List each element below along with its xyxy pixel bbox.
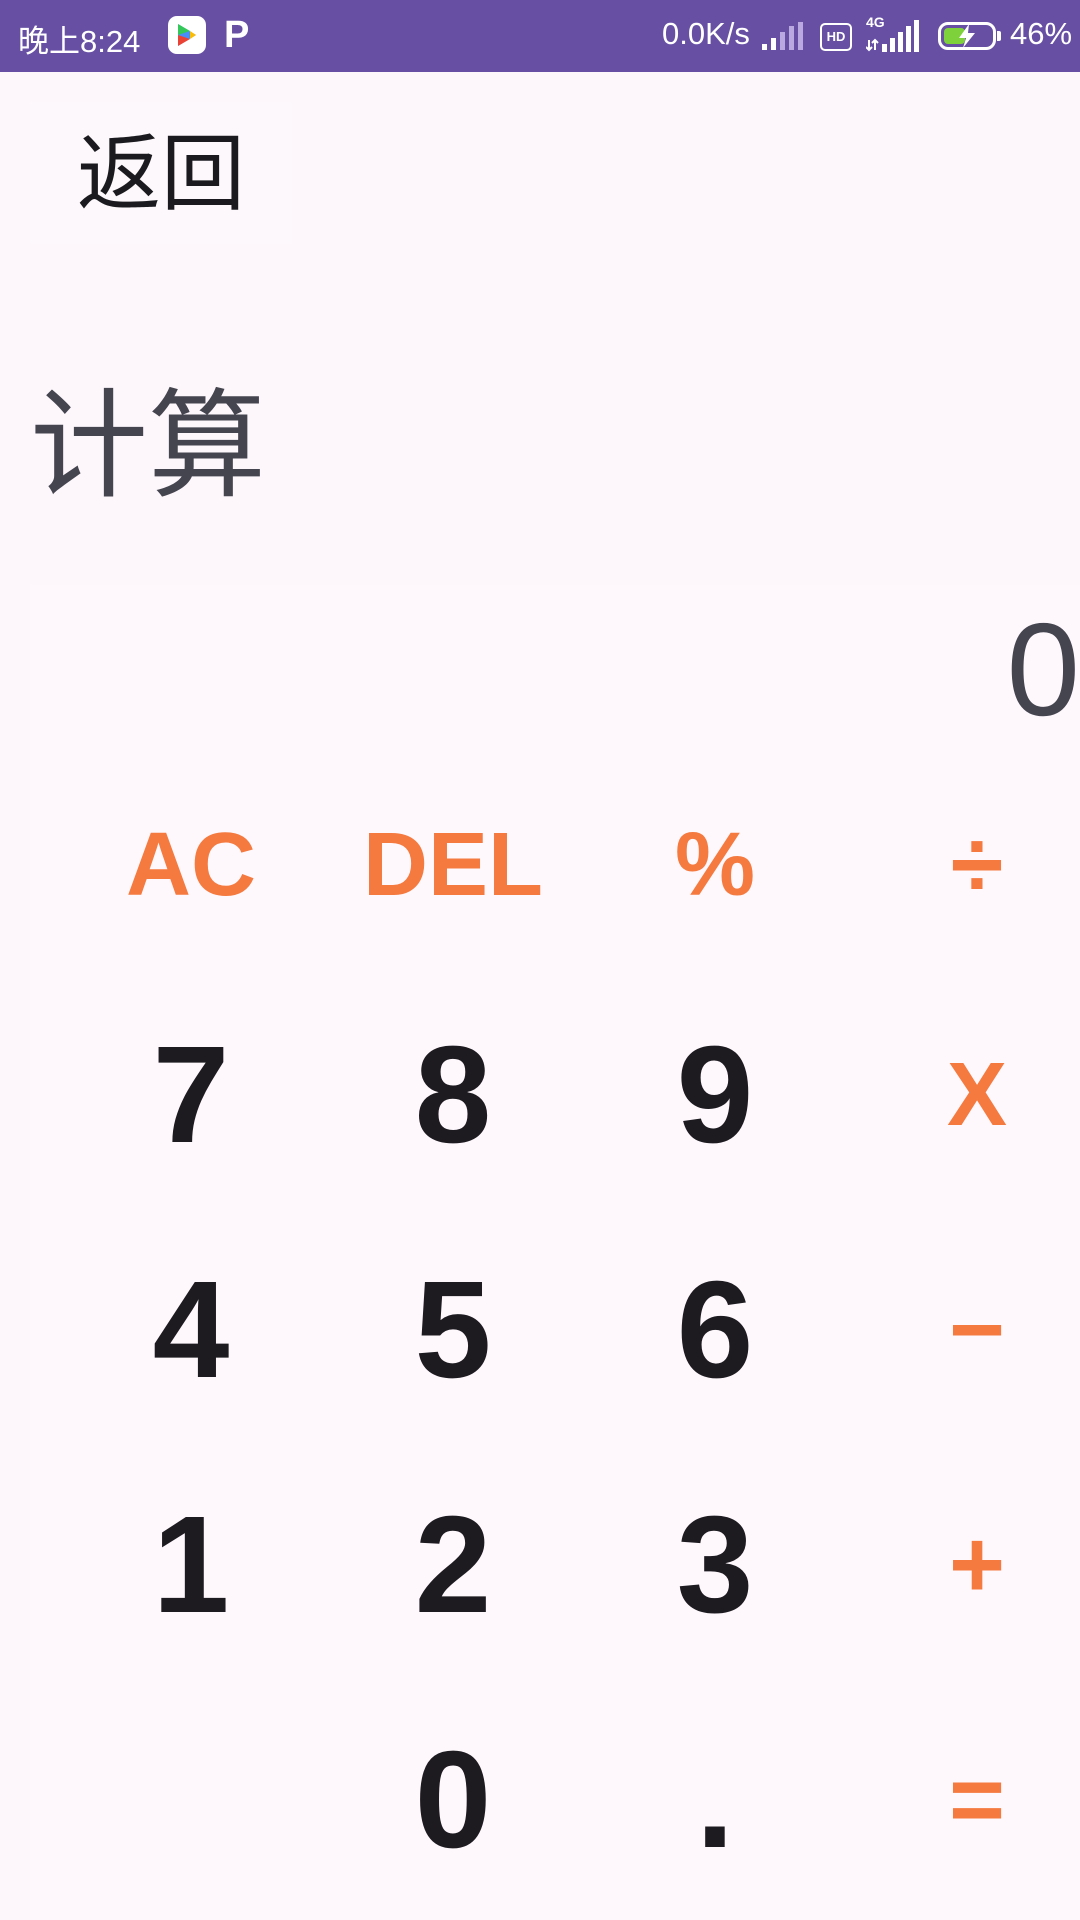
- digit-9-button[interactable]: 9: [584, 995, 846, 1195]
- divide-button[interactable]: ÷: [846, 765, 1080, 965]
- digit-3-button[interactable]: 3: [584, 1465, 846, 1665]
- result-display: 0: [1006, 596, 1080, 743]
- digit-0-button[interactable]: 0: [322, 1700, 584, 1900]
- cellular-4g-icon: 4G: [866, 14, 924, 54]
- digit-8-button[interactable]: 8: [322, 995, 584, 1195]
- minus-button[interactable]: −: [846, 1230, 1080, 1430]
- digit-6-button[interactable]: 6: [584, 1230, 846, 1430]
- status-time: 晚上8:24: [18, 24, 141, 59]
- decimal-point-button[interactable]: .: [584, 1700, 846, 1900]
- calculator-screen: 晚上8:24 P 0.0K/s HD 4G 46% 返回 计算 0 AC DEL…: [0, 0, 1080, 1920]
- clear-button[interactable]: AC: [60, 765, 322, 965]
- digit-5-button[interactable]: 5: [322, 1230, 584, 1430]
- multiply-button[interactable]: X: [846, 995, 1080, 1195]
- back-button[interactable]: 返回: [30, 102, 292, 244]
- p-app-icon: P: [224, 14, 250, 56]
- calculator-panel: 0 AC DEL % ÷ 7 8 9 X 4 5 6 − 1 2 3 + 0 .…: [30, 585, 1080, 1920]
- digit-4-button[interactable]: 4: [60, 1230, 322, 1430]
- percent-button[interactable]: %: [584, 765, 846, 965]
- battery-icon: [938, 22, 1001, 50]
- delete-button[interactable]: DEL: [322, 765, 584, 965]
- plus-button[interactable]: +: [846, 1465, 1080, 1665]
- digit-2-button[interactable]: 2: [322, 1465, 584, 1665]
- signal-bars-icon: [762, 22, 803, 50]
- equals-button[interactable]: =: [846, 1700, 1080, 1900]
- network-speed: 0.0K/s: [662, 16, 750, 51]
- page-title: 计算: [30, 377, 267, 515]
- play-store-icon: [168, 16, 206, 54]
- battery-percent: 46%: [1010, 16, 1073, 51]
- digit-1-button[interactable]: 1: [60, 1465, 322, 1665]
- hd-badge: HD: [820, 23, 852, 51]
- status-bar: 晚上8:24 P 0.0K/s HD 4G 46%: [0, 0, 1080, 72]
- digit-7-button[interactable]: 7: [60, 995, 322, 1195]
